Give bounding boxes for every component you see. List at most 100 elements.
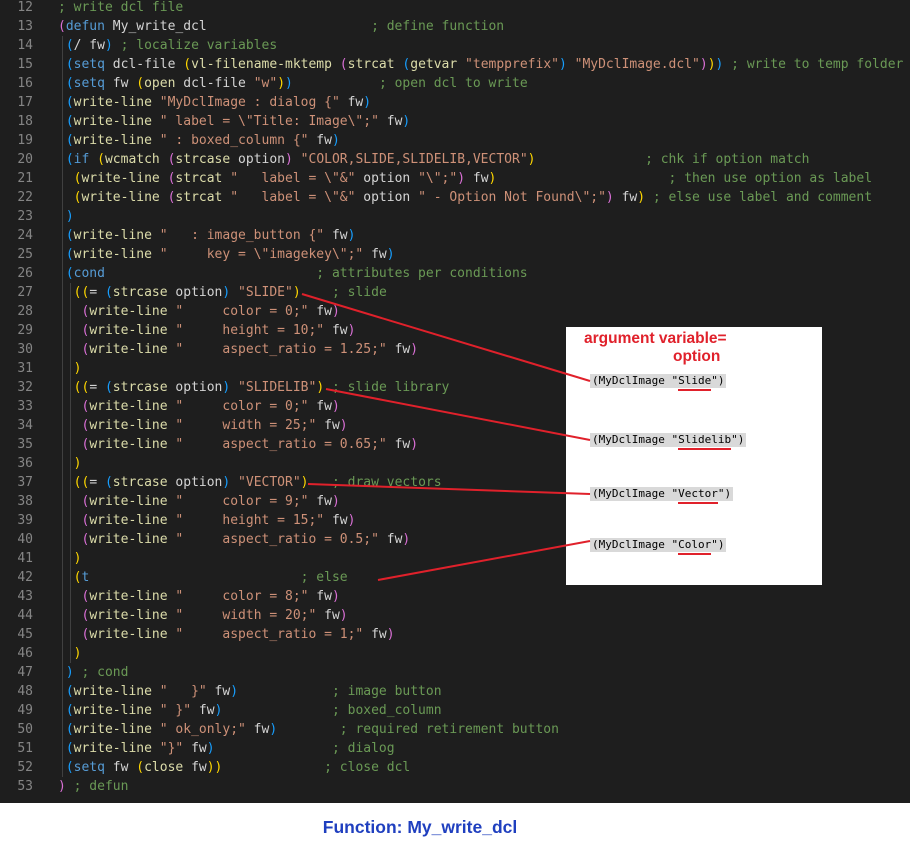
code-line[interactable]: 18 (write-line " label = \"Title: Image\… [0, 112, 910, 131]
code-line[interactable]: 22 (write-line (strcat " label = \"&" op… [0, 188, 910, 207]
code-line[interactable]: 13 (defun My_write_dcl ; define function [0, 17, 910, 36]
code-token: "tempprefix" [465, 57, 559, 72]
code-line[interactable]: 25 (write-line " key = \"imagekey\";" fw… [0, 245, 910, 264]
code-line[interactable]: 50 (write-line " ok_only;" fw) ; require… [0, 720, 910, 739]
code-token: ( [97, 152, 105, 167]
code-token: fw [316, 418, 340, 433]
code-line[interactable]: 28 (write-line " color = 0;" fw) [0, 302, 910, 321]
code-token: ; cond [81, 665, 129, 680]
code-line[interactable]: 53) ; defun [0, 777, 910, 796]
code-line[interactable]: 19 (write-line " : boxed_column {" fw) [0, 131, 910, 150]
code-token: ) [269, 722, 278, 737]
line-number: 44 [17, 608, 33, 623]
code-token: fw [104, 76, 137, 91]
code-token: strcase [112, 380, 168, 395]
code-line[interactable]: 15 (setq dcl-file (vl-filename-mktemp (s… [0, 55, 910, 74]
code-line[interactable]: 47 ) ; cond [0, 663, 910, 682]
code-token: ( [65, 684, 74, 699]
code-line[interactable]: 51 (write-line "}" fw) ; dialog [0, 739, 910, 758]
code-line[interactable]: 49 (write-line " }" fw) ; boxed_column [0, 701, 910, 720]
code-token: write-line [73, 114, 152, 129]
code-line[interactable]: 45 (write-line " aspect_ratio = 1;" fw) [0, 625, 910, 644]
code-line[interactable]: 27 ((= (strcase option) "SLIDE") ; slide [0, 283, 910, 302]
code-line[interactable]: 12 ; write dcl file [0, 0, 910, 17]
code-token: ; attributes per conditions [316, 266, 528, 281]
code-line[interactable]: 20 (if (wcmatch (strcase option) "COLOR,… [0, 150, 910, 169]
code-token: ( [65, 722, 74, 737]
code-token: ; close dcl [324, 760, 411, 775]
code-line[interactable]: 52 (setq fw (close fw)) ; close dcl [0, 758, 910, 777]
code-token: getvar [410, 57, 458, 72]
code-line[interactable]: 17 (write-line "MyDclImage : dialog {" f… [0, 93, 910, 112]
code-token: fw [363, 247, 387, 262]
code-token: = [89, 475, 105, 490]
code-token: ; define function [371, 19, 505, 34]
code-token: ) [285, 76, 293, 91]
code-token: dcl-file [175, 76, 254, 91]
code-token: " aspect_ratio = 0.5;" [175, 532, 379, 547]
code-text: (write-line " : boxed_column {" fw) [58, 131, 340, 150]
line-number: 16 [17, 76, 33, 91]
code-line[interactable]: 14 (/ fw) ; localize variables [0, 36, 910, 55]
line-number: 43 [17, 589, 33, 604]
code-token: ) [316, 380, 325, 395]
code-token: ) [339, 418, 348, 433]
code-line[interactable]: 48 (write-line " }" fw) ; image button [0, 682, 910, 701]
code-token: fw [378, 532, 403, 547]
code-token: ) [347, 513, 356, 528]
partial-code-line [58, 795, 358, 803]
code-line[interactable]: 24 (write-line " : image_button {" fw) [0, 226, 910, 245]
code-line[interactable]: 43 (write-line " color = 8;" fw) [0, 587, 910, 606]
code-token: fw [104, 760, 137, 775]
code-text: ((= (strcase option) "VECTOR") ; draw ve… [58, 473, 442, 492]
code-line[interactable]: 16 (setq fw (open dcl-file "w")) ; open … [0, 74, 910, 93]
code-token: fw [183, 760, 207, 775]
line-number: 26 [17, 266, 33, 281]
code-token: ( [104, 285, 113, 300]
call-example-color: (MyDclImage "Color") [590, 538, 727, 555]
code-token: ) [707, 57, 716, 72]
code-token: ) [65, 209, 74, 224]
code-token: write-line [81, 190, 160, 205]
code-token: write-line [89, 399, 168, 414]
code-token: write-line [89, 589, 168, 604]
line-number: 19 [17, 133, 33, 148]
code-token: ) [206, 741, 215, 756]
code-token: open [144, 76, 176, 91]
code-token: write-line [73, 703, 152, 718]
code-line[interactable]: 21 (write-line (strcat " label = \"&" op… [0, 169, 910, 188]
code-line[interactable]: 44 (write-line " width = 20;" fw) [0, 606, 910, 625]
code-line[interactable]: 26 (cond ; attributes per conditions [0, 264, 910, 283]
code-token: ) [347, 228, 356, 243]
line-number: 39 [17, 513, 33, 528]
code-line[interactable]: 46 ) [0, 644, 910, 663]
code-token: " key = \"imagekey\";" [159, 247, 364, 262]
line-number: 22 [17, 190, 33, 205]
code-token: " ok_only;" [159, 722, 246, 737]
code-text: (setq dcl-file (vl-filename-mktemp (strc… [58, 55, 904, 74]
code-token: ) [331, 399, 340, 414]
code-token: write-line [89, 342, 168, 357]
code-token: ) [331, 304, 340, 319]
code-token: ; slide library [331, 380, 450, 395]
code-token: )) [206, 760, 223, 775]
code-token: ( [65, 266, 74, 281]
code-token: write-line [89, 437, 168, 452]
code-token: ; write to temp folder [731, 57, 904, 72]
code-text: (write-line (strcat " label = \"&" optio… [58, 169, 872, 188]
code-token: ) [331, 589, 340, 604]
code-token: ) [605, 190, 614, 205]
code-line[interactable]: 23 ) [0, 207, 910, 226]
code-token: setq [73, 76, 105, 91]
